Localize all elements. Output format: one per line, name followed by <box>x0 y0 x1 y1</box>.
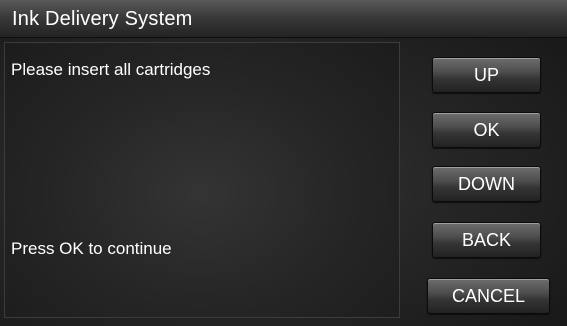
down-button[interactable]: DOWN <box>432 166 541 202</box>
message-panel: Please insert all cartridges Press OK to… <box>4 42 400 318</box>
printer-panel-screen: Ink Delivery System Please insert all ca… <box>0 0 567 326</box>
title-bar: Ink Delivery System <box>0 0 567 38</box>
cancel-button[interactable]: CANCEL <box>427 278 550 314</box>
back-button[interactable]: BACK <box>432 222 541 258</box>
up-button[interactable]: UP <box>432 57 541 93</box>
continue-prompt: Press OK to continue <box>11 239 172 258</box>
page-title: Ink Delivery System <box>12 8 193 30</box>
ok-button[interactable]: OK <box>432 112 541 148</box>
instruction-message: Please insert all cartridges <box>11 60 211 79</box>
